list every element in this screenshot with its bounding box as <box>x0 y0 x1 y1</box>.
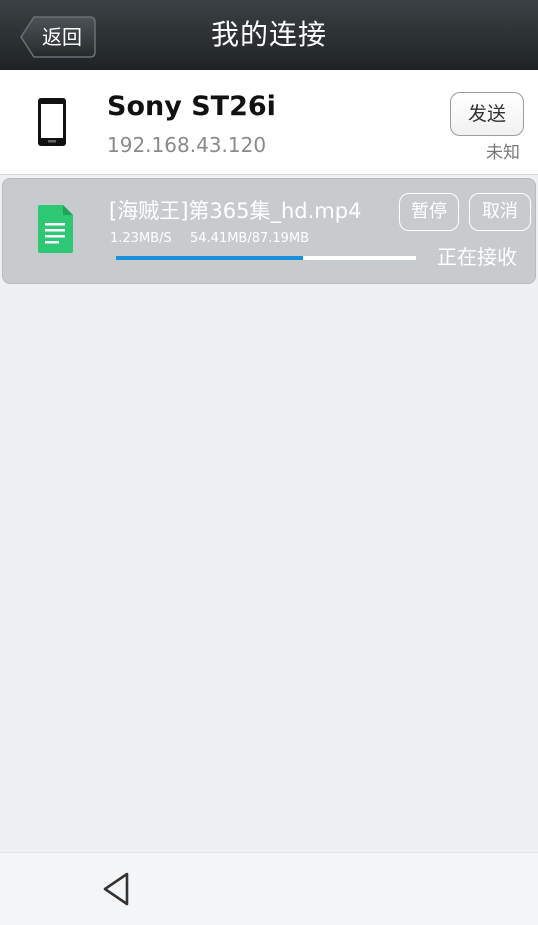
navigation-bar <box>0 852 538 925</box>
page-title: 我的连接 <box>210 18 327 51</box>
send-button[interactable]: 发送 <box>450 92 524 136</box>
device-status: 未知 <box>486 143 520 163</box>
transfer-item: [海贼王]第365集_hd.mp4 1.23MB/S 54.41MB/87.19… <box>2 178 536 284</box>
device-name: Sony ST26i <box>107 91 276 122</box>
phone-icon <box>36 96 68 148</box>
transfer-status: 正在接收 <box>437 245 517 269</box>
progress-bar <box>116 256 416 260</box>
cancel-button[interactable]: 取消 <box>469 193 531 231</box>
file-name: [海贼王]第365集_hd.mp4 <box>109 199 362 223</box>
triangle-back-icon[interactable] <box>100 871 132 907</box>
transfer-size: 54.41MB/87.19MB <box>190 231 310 246</box>
device-card: Sony ST26i 192.168.43.120 发送 未知 <box>0 70 538 175</box>
document-icon <box>37 205 75 253</box>
device-ip: 192.168.43.120 <box>107 133 267 157</box>
title-bar: 返回 我的连接 <box>0 0 538 71</box>
pause-button[interactable]: 暂停 <box>399 193 459 231</box>
progress-bar-fill <box>116 256 304 260</box>
transfer-speed: 1.23MB/S <box>110 231 172 246</box>
